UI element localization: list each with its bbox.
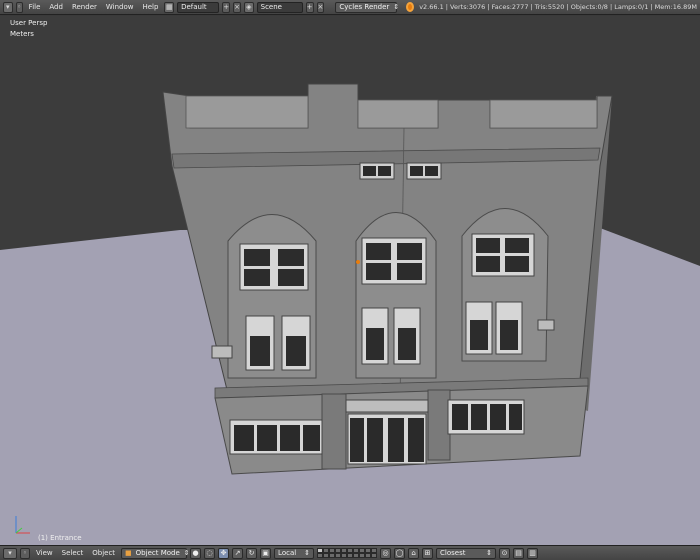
viewport-scene <box>0 83 700 545</box>
transform-orientation-dropdown[interactable]: Local ⇕ <box>274 547 315 559</box>
lock-camera-icon[interactable]: ◎ <box>380 547 392 559</box>
blender-logo-icon <box>406 2 415 12</box>
remove-scene-icon[interactable]: × <box>316 1 325 13</box>
chevron-updown-icon: ⇕ <box>393 3 400 11</box>
info-header: ▾ ◦ File Add Render Window Help ▦ Defaul… <box>0 0 700 15</box>
3d-viewport[interactable]: User Persp Meters (1) Entrance <box>0 16 700 545</box>
parapet-right <box>489 99 598 129</box>
viewport-header: ▾ ◦ View Select Object ■ Object Mode ⇕ ●… <box>0 545 700 560</box>
snap-element-icon[interactable]: ⊞ <box>422 547 434 559</box>
render-engine-value: Cycles Render <box>339 3 390 11</box>
window-group-right-upper <box>471 233 535 277</box>
layer-buttons[interactable] <box>317 548 378 558</box>
entrance-door <box>345 399 429 465</box>
translate-icon[interactable]: ↗ <box>232 547 244 559</box>
pillar-right <box>427 389 451 461</box>
menu-window[interactable]: Window <box>103 3 137 11</box>
pillar-left <box>321 393 347 470</box>
menu-render[interactable]: Render <box>69 3 100 11</box>
opengl-render-icon[interactable]: ▥ <box>527 547 539 559</box>
editor-type-icon[interactable]: ▾ <box>3 1 13 13</box>
wall-plaque-right <box>537 319 555 331</box>
snap-target-dropdown[interactable]: Closest ⇕ <box>436 547 497 559</box>
window-group-left-upper <box>239 243 309 291</box>
editor-type-3dview-icon[interactable]: ▾ <box>3 547 17 559</box>
pivot-point-icon[interactable]: ◌ <box>204 547 216 559</box>
chevron-updown-icon: ⇕ <box>183 549 190 557</box>
menu-view[interactable]: View <box>33 549 56 557</box>
layout-browse-icon[interactable]: ▦ <box>164 1 175 13</box>
scene-value: Scene <box>260 3 282 11</box>
object-origin-dot[interactable] <box>356 260 360 264</box>
shop-window-right <box>447 399 525 435</box>
manipulator-toggle-icon[interactable]: ✥ <box>218 547 230 559</box>
orientation-value: Local <box>278 549 297 557</box>
proportional-edit-icon[interactable]: ◯ <box>394 547 406 559</box>
menu-add[interactable]: Add <box>46 3 66 11</box>
snap-toggle-icon[interactable]: ⌂ <box>408 547 420 559</box>
menu-select[interactable]: Select <box>59 549 87 557</box>
menu-help[interactable]: Help <box>139 3 161 11</box>
screen-layout-field[interactable]: Default <box>177 1 220 13</box>
wall-plaque-left <box>211 345 233 359</box>
add-layout-icon[interactable]: + <box>222 1 231 13</box>
menu-file[interactable]: File <box>26 3 44 11</box>
align-rotation-icon[interactable]: ⊙ <box>499 547 511 559</box>
rotate-icon[interactable]: ↻ <box>246 547 258 559</box>
snap-target-value: Closest <box>440 549 466 557</box>
screen-layout-value: Default <box>181 3 207 11</box>
collapse-menu-icon-bottom[interactable]: ◦ <box>20 547 30 559</box>
window-group-center-upper <box>361 237 427 285</box>
active-object-label: (1) Entrance <box>38 534 82 542</box>
mode-value: Object Mode <box>135 549 180 557</box>
view-name-label: User Persp <box>10 19 48 27</box>
collapse-menu-icon[interactable]: ◦ <box>15 1 23 13</box>
chevron-updown-icon: ⇕ <box>304 549 311 557</box>
scene-statistics: v2.66.1 | Verts:3076 | Faces:2777 | Tris… <box>419 3 698 11</box>
parapet-mid <box>357 99 439 129</box>
remove-layout-icon[interactable]: × <box>233 1 242 13</box>
parapet-left <box>185 95 309 129</box>
viewport-shading-icon[interactable]: ● <box>190 547 202 559</box>
render-engine-dropdown[interactable]: Cycles Render ⇕ <box>335 1 400 13</box>
shop-window-left <box>229 419 323 455</box>
render-preview-icon[interactable]: ▤ <box>513 547 525 559</box>
add-scene-icon[interactable]: + <box>305 1 314 13</box>
mode-dropdown[interactable]: ■ Object Mode ⇕ <box>121 547 190 559</box>
object-mode-icon: ■ <box>125 549 132 557</box>
scene-browse-icon[interactable]: ◈ <box>244 1 254 13</box>
scale-icon[interactable]: ▣ <box>260 547 272 559</box>
units-label: Meters <box>10 30 34 38</box>
chevron-updown-icon: ⇕ <box>486 549 493 557</box>
menu-object[interactable]: Object <box>89 549 118 557</box>
scene-field[interactable]: Scene <box>256 1 303 13</box>
